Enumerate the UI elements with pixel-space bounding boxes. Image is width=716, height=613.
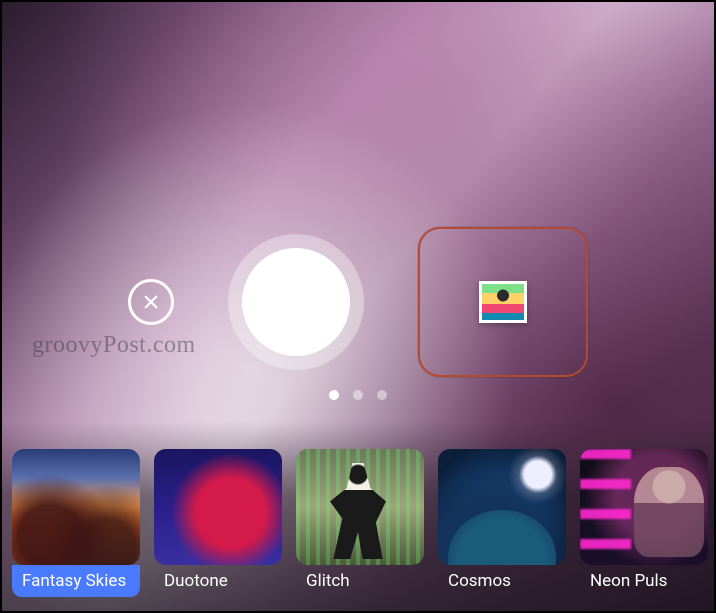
- page-dot-2[interactable]: [377, 390, 387, 400]
- page-dot-0[interactable]: [329, 390, 339, 400]
- filter-item-neon-pulse[interactable]: Neon Puls: [580, 449, 708, 597]
- filter-thumb-duotone: [154, 449, 282, 565]
- filter-label: Glitch: [296, 565, 424, 597]
- capture-controls: [2, 227, 714, 377]
- filter-carousel[interactable]: Fantasy Skies Duotone Glitch Cosmos Neon Pul…: [2, 421, 714, 611]
- filter-label: Duotone: [154, 565, 282, 597]
- camera-app: groovyPost.com Fantasy SkiesDuotoneGlitc…: [0, 0, 716, 613]
- shutter-button[interactable]: [242, 248, 350, 356]
- close-button[interactable]: [128, 279, 174, 325]
- page-indicator[interactable]: [2, 390, 714, 400]
- gallery-thumbnail-icon: [479, 281, 527, 323]
- filter-item-fantasy-skies[interactable]: Fantasy Skies: [12, 449, 140, 597]
- filter-item-duotone[interactable]: Duotone: [154, 449, 282, 597]
- filter-label: Cosmos: [438, 565, 566, 597]
- page-dot-1[interactable]: [353, 390, 363, 400]
- filter-thumb-cosmos: [438, 449, 566, 565]
- filter-item-cosmos[interactable]: Cosmos: [438, 449, 566, 597]
- filter-label: Neon Puls: [580, 565, 708, 597]
- close-icon: [142, 293, 160, 311]
- filter-thumb-neon-pulse: [580, 449, 708, 565]
- filter-item-glitch[interactable]: Glitch: [296, 449, 424, 597]
- filter-label: Fantasy Skies: [12, 565, 140, 597]
- gallery-button[interactable]: [418, 227, 588, 377]
- filter-thumb-glitch: [296, 449, 424, 565]
- filter-thumb-fantasy-skies: [12, 449, 140, 565]
